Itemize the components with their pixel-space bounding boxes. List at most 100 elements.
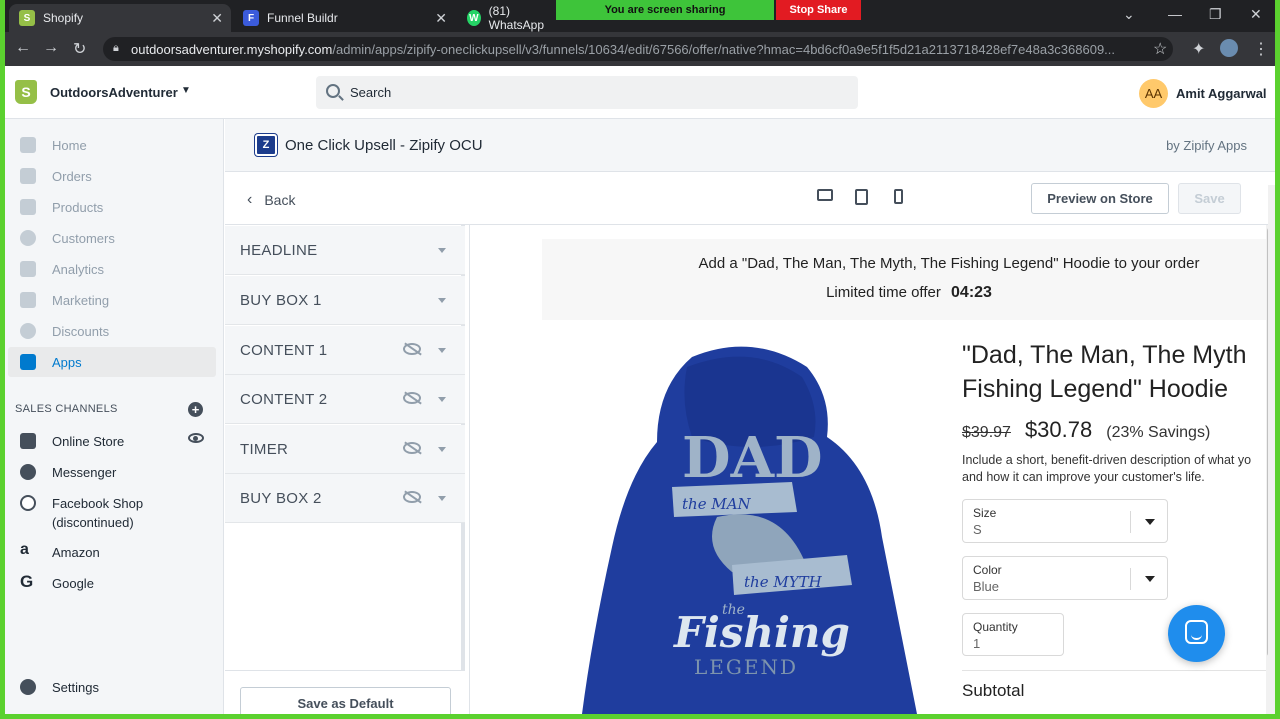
search-input[interactable]: Search <box>316 76 858 109</box>
url-path: /admin/apps/zipify-oneclickupsell/v3/fun… <box>332 41 1116 57</box>
caret-down-icon <box>438 397 446 402</box>
save-as-default-button[interactable]: Save as Default <box>240 687 451 714</box>
url-field[interactable]: 🔒︎ outdoorsadventurer.myshopify.com/admi… <box>103 37 1173 61</box>
quantity-field[interactable]: Quantity 1 <box>962 613 1064 656</box>
customer-icon <box>20 230 36 246</box>
search-icon <box>326 84 340 98</box>
size-label: Size <box>973 506 997 520</box>
bookmark-star-icon[interactable]: ☆ <box>1153 39 1167 59</box>
sidebar-item-label: Google <box>52 575 94 591</box>
tab-shopify[interactable]: S Shopify ✕ <box>9 4 231 32</box>
close-tab-icon[interactable]: ✕ <box>211 10 223 27</box>
maximize-icon[interactable]: ❐ <box>1209 6 1222 23</box>
mobile-view-icon[interactable] <box>894 189 903 204</box>
save-label: Save <box>1194 191 1225 206</box>
back-button[interactable]: ‹ Back <box>247 191 295 209</box>
desktop-view-icon[interactable] <box>817 189 833 201</box>
eye-slash-icon[interactable] <box>403 491 421 503</box>
size-select[interactable]: Size S <box>962 499 1168 543</box>
sidebar-item-apps[interactable]: Apps <box>8 347 216 377</box>
sidebar-item-home[interactable]: Home <box>8 130 216 160</box>
add-channel-plus-icon[interactable]: + <box>188 402 203 417</box>
sidebar-item-label: Apps <box>52 354 82 370</box>
extensions-icon[interactable]: ✦ <box>1192 39 1205 59</box>
eye-slash-icon[interactable] <box>403 392 421 404</box>
profile-avatar-icon[interactable] <box>1220 39 1238 57</box>
funnel-favicon-icon: F <box>243 10 259 26</box>
sidebar-item-messenger[interactable]: Messenger <box>8 457 216 487</box>
dropdown-arrow-icon <box>1145 576 1155 582</box>
tab-funnel-buildr[interactable]: F Funnel Buildr ✕ <box>233 4 455 32</box>
store-icon <box>20 433 36 449</box>
forward-arrow-icon[interactable]: → <box>43 39 59 57</box>
amazon-icon: a <box>20 541 29 558</box>
gear-icon <box>20 679 36 695</box>
tab-whatsapp[interactable]: W (81) WhatsApp <box>457 4 567 32</box>
sidebar-item-online-store[interactable]: Online Store <box>8 426 216 456</box>
section-content-1[interactable]: CONTENT 1 <box>225 326 465 375</box>
page-scrollbar[interactable] <box>1268 185 1275 714</box>
sidebar-item-settings[interactable]: Settings <box>8 672 216 702</box>
color-select[interactable]: Color Blue <box>962 556 1168 600</box>
profile-dropdown-icon[interactable]: ⌄ <box>1123 6 1135 23</box>
chevron-left-icon: ‹ <box>247 191 253 208</box>
lock-icon: 🔒︎ <box>113 42 119 54</box>
size-value: S <box>973 522 982 537</box>
stop-share-button[interactable]: Stop Share <box>776 0 861 20</box>
avatar[interactable]: AA <box>1139 79 1168 108</box>
preview-on-store-button[interactable]: Preview on Store <box>1031 183 1169 214</box>
offer-preview: Add a "Dad, The Man, The Myth, The Fishi… <box>469 225 1275 714</box>
caret-down-icon <box>438 298 446 303</box>
section-buy-box-1[interactable]: BUY BOX 1 <box>225 276 465 325</box>
minimize-icon[interactable]: — <box>1168 6 1182 22</box>
sidebar: Home Orders Products Customers Analytics… <box>5 119 224 714</box>
close-window-icon[interactable]: ✕ <box>1250 6 1262 23</box>
shopify-favicon-icon: S <box>19 10 35 26</box>
sidebar-item-label: Home <box>52 137 87 153</box>
sections-panel: HEADLINE BUY BOX 1 CONTENT 1 CONTENT 2 T… <box>225 225 465 714</box>
eye-slash-icon[interactable] <box>403 442 421 454</box>
google-icon: G <box>20 572 34 591</box>
sidebar-item-orders[interactable]: Orders <box>8 161 216 191</box>
section-label: CONTENT 2 <box>240 390 328 408</box>
store-caret-icon[interactable]: ▼ <box>181 85 191 96</box>
section-label: CONTENT 1 <box>240 341 328 359</box>
orders-icon <box>20 168 36 184</box>
view-store-eye-icon[interactable] <box>188 433 204 443</box>
save-button[interactable]: Save <box>1178 183 1241 214</box>
sidebar-item-analytics[interactable]: Analytics <box>8 254 216 284</box>
product-title-line-2: Fishing Legend" Hoodie <box>962 375 1229 403</box>
section-label: BUY BOX 1 <box>240 291 322 309</box>
eye-slash-icon[interactable] <box>403 343 421 355</box>
store-name[interactable]: OutdoorsAdventurer <box>50 85 178 100</box>
sidebar-item-amazon[interactable]: a Amazon <box>8 537 216 567</box>
shopify-logo-icon: S <box>15 80 37 104</box>
sidebar-item-label: Facebook Shop <box>52 496 144 511</box>
hoodie-print-fishing: Fishing <box>673 608 850 657</box>
section-timer[interactable]: TIMER <box>225 425 465 474</box>
sidebar-item-customers[interactable]: Customers <box>8 223 216 253</box>
close-tab-icon[interactable]: ✕ <box>435 10 447 27</box>
apps-grid-icon <box>20 354 36 370</box>
caret-down-icon <box>438 348 446 353</box>
back-arrow-icon[interactable]: ← <box>15 39 31 57</box>
sidebar-item-products[interactable]: Products <box>8 192 216 222</box>
section-content-2[interactable]: CONTENT 2 <box>225 375 465 424</box>
user-name[interactable]: Amit Aggarwal <box>1176 86 1267 101</box>
sidebar-item-label: Amazon <box>52 544 100 560</box>
section-buy-box-2[interactable]: BUY BOX 2 <box>225 474 465 523</box>
menu-dots-icon[interactable]: ⋮ <box>1253 39 1269 59</box>
screen-sharing-banner: You are screen sharing <box>556 0 774 20</box>
app-developer[interactable]: by Zipify Apps <box>1166 138 1247 153</box>
sidebar-item-google[interactable]: G Google <box>8 568 216 598</box>
section-headline[interactable]: HEADLINE <box>225 226 465 275</box>
sidebar-item-facebook-shop[interactable]: Facebook Shop (discontinued) <box>8 488 216 530</box>
zipify-logo-icon: Z <box>255 134 277 156</box>
sidebar-item-discounts[interactable]: Discounts <box>8 316 216 346</box>
chat-launcher-button[interactable] <box>1168 605 1225 662</box>
reload-icon[interactable]: ↻ <box>73 39 86 59</box>
tablet-view-icon[interactable] <box>855 189 868 205</box>
caret-down-icon <box>438 447 446 452</box>
product-title-line-1: "Dad, The Man, The Myth <box>962 341 1247 369</box>
sidebar-item-marketing[interactable]: Marketing <box>8 285 216 315</box>
